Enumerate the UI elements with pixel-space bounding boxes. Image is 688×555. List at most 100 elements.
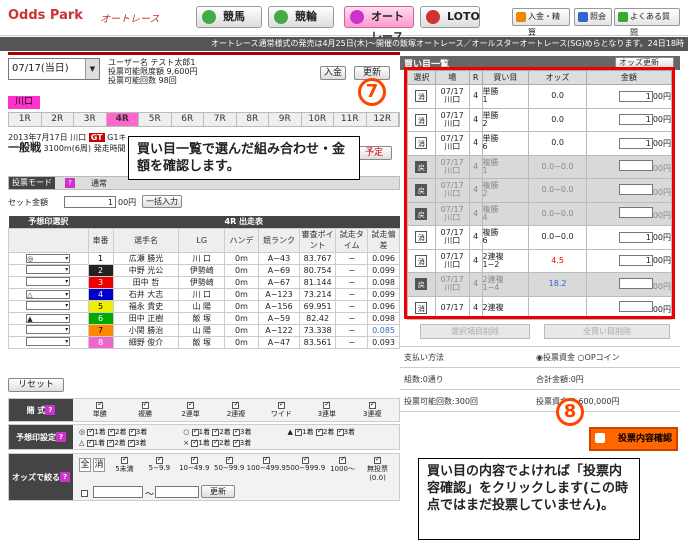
odds-refresh-button[interactable]: 更新 [201,485,235,498]
race-info: 2013年7月17日 川口 GT G1キ 一般戦 3100m(6周) 発走時間 [8,133,127,154]
entry-pt: 81.144 [298,275,337,289]
schedule-button[interactable]: 予定 [356,146,392,160]
race-tab-12R[interactable]: 12R [366,113,399,126]
race-tab-6R[interactable]: 6R [171,113,204,126]
custom-range-checkbox[interactable] [81,490,88,497]
column-header: ハンデ [223,227,260,253]
checkbox-icon [128,427,136,436]
range-max-input[interactable] [155,486,199,498]
mark-settings-section: 予想印設定? ◎ 1着 2着 3着 ○ 1着 2着 3着 ▲ 1着 2着 3着 … [8,424,400,450]
mark-select[interactable] [26,264,71,274]
tool-inquiry-button[interactable]: 照会 [574,8,612,26]
entry-row: 8細野 俊介飯 塚0mA−4783.561−0.093 [8,335,400,349]
entry-no: 2 [87,263,114,277]
odds-range-option[interactable]: 10−49.9 [177,455,212,482]
confirm-vote-button[interactable]: 投票内容確認 [589,427,678,451]
entry-rank: A−156 [258,299,300,313]
tool-deposit-settle-button[interactable]: 入金・精算 [512,8,570,37]
bulk-input-button[interactable]: 一括入力 [142,195,182,208]
mark-column [8,227,89,253]
total-amount: 合計金額:0円 [536,375,584,384]
venue-tab[interactable]: 川口 [8,96,40,109]
mark-setting-group[interactable]: ○ 1着 2着 3着 [183,427,287,438]
entry-lg: 川 口 [178,251,225,265]
checkbox-icon [232,438,240,447]
mark-select[interactable]: ▲ [26,313,71,323]
checkbox-icon [87,427,95,436]
mark-select[interactable]: △ [26,289,71,299]
odds-range-option[interactable]: 無投票(0.0) [360,455,395,483]
mark-setting-group[interactable]: △ 1着 2着 3着 [79,438,183,449]
mark-setting-group[interactable]: × 1着 2着 3着 [183,438,287,449]
mark-setting-group[interactable]: ◎ 1着 2着 3着 [79,427,183,438]
race-tab-5R[interactable]: 5R [139,113,172,126]
race-tab-10R[interactable]: 10R [301,113,334,126]
odds-clear-button[interactable]: 消 [93,458,105,472]
race-tab-11R[interactable]: 11R [334,113,367,126]
help-icon[interactable]: ? [65,178,75,188]
bet-type-option[interactable]: ワイド [259,400,304,421]
bet-type-option[interactable]: 2連単 [168,400,213,421]
nav-tab-keirin[interactable]: 競輪 [268,6,334,28]
mark-cell [8,275,89,289]
entry-row: 5福永 貴史山 陽0mA−15669.951−0.096 [8,299,400,313]
race-tab-2R[interactable]: 2R [41,113,74,126]
tool-faq-button[interactable]: よくある質問 [614,8,680,37]
entry-pt: 82.42 [298,311,337,325]
bet-type-option[interactable]: 3連単 [304,400,349,421]
nav-tab-keiba[interactable]: 競馬 [196,6,262,28]
entry-row: 7小関 勝治山 陽0mA−12273.338−0.085 [8,323,400,337]
checkbox-icon [225,455,233,464]
date-select[interactable]: 07/17(当日) ▼ [8,58,100,80]
entry-dev: 0.098 [367,275,400,289]
checkbox-icon [262,455,270,464]
odds-range-option[interactable]: 5−9.9 [142,455,177,482]
mark-setting-group[interactable]: ▲ 1着 2着 3着 [288,427,392,438]
odds-range-option[interactable]: 1000〜 [325,455,360,482]
bet-type-option[interactable]: 2連複 [213,400,258,421]
help-icon[interactable]: ? [45,405,56,415]
odds-range-option[interactable]: 500−999.9 [286,455,325,482]
payment-option-funds[interactable]: ◉投票資金 ○OPコイン [536,352,620,363]
mark-select[interactable] [26,336,71,346]
delete-all-button[interactable]: 全買い目削除 [544,324,670,339]
entry-time: − [335,251,369,265]
race-tab-4R[interactable]: 4R [106,113,139,126]
mark-select[interactable]: ◎ [26,253,71,263]
bet-type-option[interactable]: 単勝 [77,400,122,421]
deposit-button[interactable]: 入金 [320,66,346,80]
race-tab-8R[interactable]: 8R [236,113,269,126]
odds-all-button[interactable]: 全 [79,458,91,472]
logo[interactable]: Odds Park [8,8,83,23]
reset-button[interactable]: リセット [8,378,64,392]
mark-select[interactable] [26,300,71,310]
mode-normal-option[interactable]: 通常 [91,178,107,189]
odds-filter-section: オッズで絞る? 全 消 5未満5−9.910−49.950−99.9100−49… [8,453,400,501]
race-tab-7R[interactable]: 7R [204,113,237,126]
mark-cell: ▲ [8,311,89,325]
delete-selected-button[interactable]: 選択項目削除 [420,324,530,339]
odds-range-option[interactable]: 50−99.9 [212,455,247,482]
entry-time: − [335,275,369,289]
odds-range-option[interactable]: 5未満 [107,455,142,482]
help-icon[interactable]: ? [56,432,66,442]
checkbox-icon [96,400,104,409]
race-tab-3R[interactable]: 3R [74,113,107,126]
entry-lg: 伊勢崎 [178,275,225,289]
nav-tab-loto[interactable]: LOTO [420,6,480,28]
bet-type-option[interactable]: 3連複 [350,400,395,421]
mark-select[interactable] [26,276,71,286]
set-amount-unit: 00円 [118,198,137,207]
step-7-badge: 7 [358,78,386,106]
set-amount-input[interactable]: 1 [64,196,116,208]
race-tab-9R[interactable]: 9R [269,113,302,126]
odds-range-option[interactable]: 100−499.9 [247,455,286,482]
column-header: 試走タイム [335,227,369,253]
range-min-input[interactable] [93,486,143,498]
nav-tab-autorace[interactable]: オートレース [344,6,414,43]
checkbox-icon [86,438,94,447]
mark-select[interactable] [26,324,71,334]
race-tab-1R[interactable]: 1R [9,113,42,126]
bet-type-option[interactable]: 複勝 [122,400,167,421]
help-icon[interactable]: ? [60,472,70,482]
